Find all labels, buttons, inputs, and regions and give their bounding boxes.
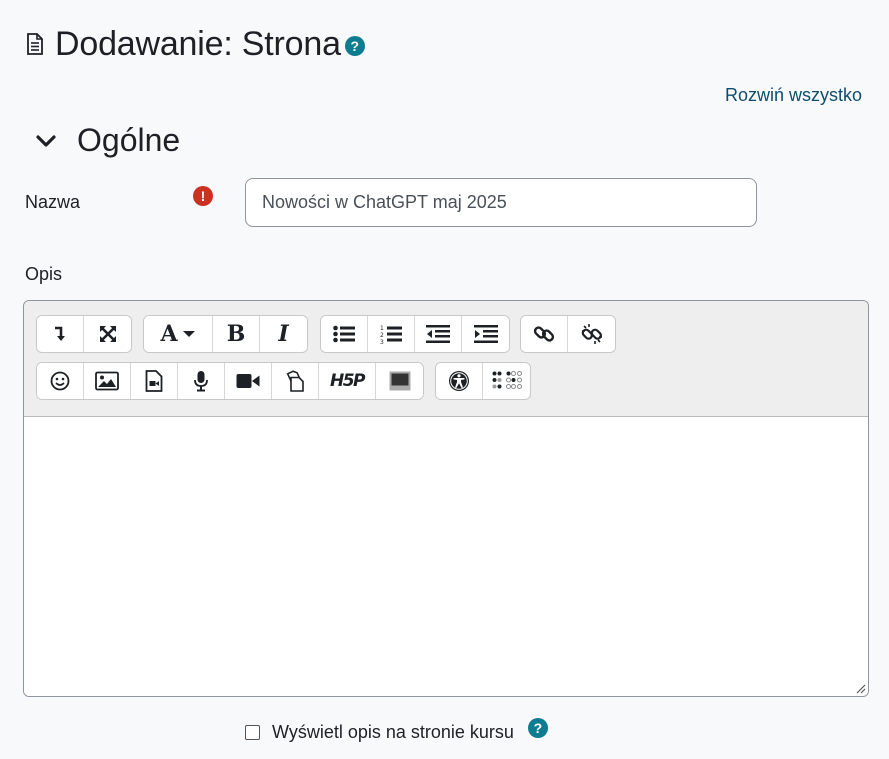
section-title: Ogólne bbox=[77, 122, 181, 158]
section-header-general[interactable]: Ogólne bbox=[34, 122, 180, 159]
page-icon bbox=[24, 30, 46, 58]
chevron-down-icon[interactable] bbox=[34, 129, 58, 153]
unordered-list-icon bbox=[333, 325, 355, 343]
expand-all-link[interactable]: Rozwiń wszystko bbox=[725, 85, 862, 106]
record-audio-button[interactable] bbox=[178, 363, 225, 399]
background-color-button[interactable] bbox=[376, 363, 423, 399]
collapse-toolbar-icon bbox=[55, 326, 65, 341]
indent-button[interactable] bbox=[462, 316, 509, 352]
page-header: Dodawanie: Strona ? bbox=[24, 22, 365, 66]
outdent-button[interactable] bbox=[415, 316, 462, 352]
fullscreen-icon bbox=[99, 326, 116, 342]
media-icon bbox=[145, 370, 163, 392]
bold-icon: B bbox=[226, 321, 246, 347]
toolbar-group-accessibility bbox=[435, 362, 531, 400]
h5p-icon: H5P bbox=[329, 371, 366, 391]
question-circle-icon[interactable]: ? bbox=[344, 36, 365, 56]
font-style-icon: A bbox=[160, 321, 178, 347]
name-label: Nazwa bbox=[25, 192, 81, 212]
fullscreen-button[interactable] bbox=[84, 316, 131, 352]
media-button[interactable] bbox=[131, 363, 178, 399]
link-button[interactable] bbox=[521, 316, 568, 352]
ordered-list-button[interactable]: 1 2 3 bbox=[368, 316, 415, 352]
toolbar-group-insert: H5P bbox=[36, 362, 424, 400]
question-circle-icon[interactable]: ? bbox=[527, 717, 548, 738]
page-title: Dodawanie: Strona bbox=[55, 25, 341, 63]
toolbar-group-style: A B I bbox=[143, 315, 308, 353]
emoji-icon bbox=[50, 371, 70, 391]
show-description-checkbox[interactable] bbox=[245, 725, 260, 740]
record-video-icon bbox=[236, 374, 260, 388]
toolbar-group-lists: 1 2 3 bbox=[320, 315, 510, 353]
background-color-icon bbox=[389, 371, 410, 391]
exclamation-circle-icon: ! bbox=[193, 186, 213, 206]
description-editor: A B I 1 2 3 H5P bbox=[23, 300, 869, 697]
record-audio-icon bbox=[194, 371, 208, 392]
collapse-toolbar-button[interactable] bbox=[37, 316, 84, 352]
screenreader-helper-icon bbox=[492, 371, 522, 389]
indent-icon bbox=[473, 325, 498, 343]
manage-files-button[interactable] bbox=[272, 363, 319, 399]
unlink-button[interactable] bbox=[568, 316, 615, 352]
unlink-icon bbox=[581, 324, 602, 344]
editor-toolbar: A B I 1 2 3 H5P bbox=[24, 301, 868, 417]
emoji-button[interactable] bbox=[37, 363, 84, 399]
description-label: Opis bbox=[25, 264, 63, 284]
toolbar-group-collapse bbox=[36, 315, 132, 353]
svg-text:1: 1 bbox=[380, 325, 384, 332]
image-icon bbox=[95, 371, 119, 391]
manage-files-icon bbox=[286, 370, 304, 392]
screenreader-helper-button[interactable] bbox=[483, 363, 530, 399]
editor-content-area[interactable] bbox=[24, 418, 868, 696]
outdent-icon bbox=[426, 325, 450, 343]
h5p-button[interactable]: H5P bbox=[319, 363, 376, 399]
name-input[interactable] bbox=[245, 178, 757, 227]
accessibility-checker-button[interactable] bbox=[436, 363, 483, 399]
image-button[interactable] bbox=[84, 363, 131, 399]
unordered-list-button[interactable] bbox=[321, 316, 368, 352]
resize-handle-icon[interactable] bbox=[854, 682, 866, 694]
show-description-row: Wyświetl opis na stronie kursu ? bbox=[245, 717, 548, 743]
italic-button[interactable]: I bbox=[260, 316, 307, 352]
record-video-button[interactable] bbox=[225, 363, 272, 399]
svg-text:2: 2 bbox=[380, 332, 384, 339]
font-style-button[interactable]: A bbox=[144, 316, 213, 352]
ordered-list-icon: 1 2 3 bbox=[380, 325, 402, 344]
toolbar-group-links bbox=[520, 315, 616, 353]
accessibility-checker-icon bbox=[449, 371, 469, 391]
bold-button[interactable]: B bbox=[213, 316, 260, 352]
italic-icon: I bbox=[278, 321, 289, 347]
link-icon bbox=[533, 326, 555, 342]
show-description-label[interactable]: Wyświetl opis na stronie kursu bbox=[272, 722, 514, 743]
svg-text:3: 3 bbox=[380, 339, 384, 344]
